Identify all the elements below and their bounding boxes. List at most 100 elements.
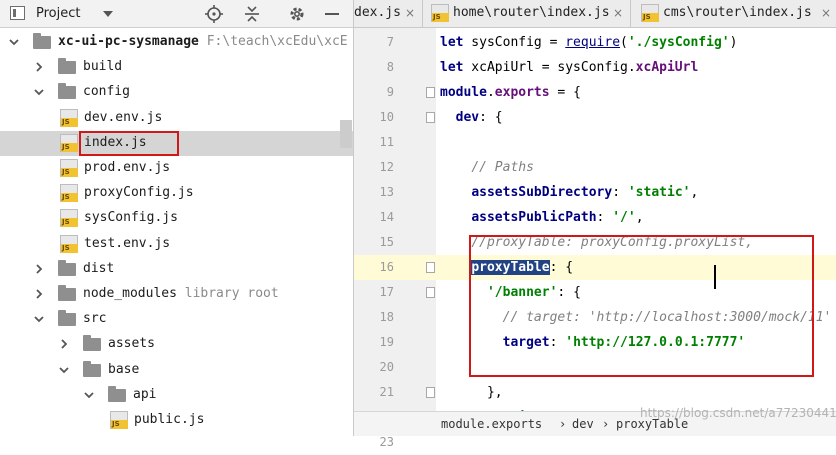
gutter-row: 16	[354, 255, 436, 280]
line-number: 10	[379, 110, 394, 124]
folder-icon	[58, 259, 76, 276]
tree-item-assets[interactable]: assets	[0, 332, 353, 357]
folder-icon	[108, 385, 126, 402]
line-number: 12	[379, 160, 394, 174]
code-line[interactable]	[436, 130, 836, 155]
tab-label: home\router\index.js	[453, 5, 610, 20]
tab-index-js[interactable]: dex.js ×	[354, 0, 423, 28]
tab-cms-router-index-js[interactable]: cms\router\index.js ×	[631, 0, 836, 28]
chevron-down-icon[interactable]	[83, 389, 95, 401]
fold-marker-icon[interactable]	[426, 262, 435, 273]
gear-icon[interactable]	[287, 4, 307, 24]
tree-item-label: config	[83, 84, 130, 100]
tree-item-hint: F:\teach\xcEdu\xcE	[198, 34, 348, 49]
chevron-down-icon[interactable]	[8, 36, 20, 48]
code-line[interactable]: // Paths	[436, 155, 836, 180]
js-file-icon	[60, 234, 78, 253]
tree-item-base[interactable]: base	[0, 358, 353, 383]
close-icon[interactable]: ×	[405, 6, 415, 20]
tree-item-label: dist	[83, 260, 115, 276]
fold-marker-icon[interactable]	[426, 87, 435, 98]
js-file-icon	[641, 4, 659, 22]
chevron-down-icon[interactable]	[103, 11, 113, 17]
collapse-all-icon[interactable]	[242, 4, 262, 24]
tab-label: cms\router\index.js	[663, 5, 812, 20]
line-number: 11	[379, 135, 394, 149]
line-number: 17	[379, 285, 394, 299]
code-line[interactable]: dev: {	[436, 105, 836, 130]
gutter-row: 7	[354, 30, 436, 55]
gutter-row: 10	[354, 105, 436, 130]
chevron-right-icon[interactable]	[33, 61, 45, 73]
line-number: 9	[386, 85, 394, 99]
tab-home-router-index-js[interactable]: home\router\index.js ×	[423, 0, 631, 28]
chevron-down-icon[interactable]	[58, 364, 70, 376]
gutter-row: 14	[354, 205, 436, 230]
folder-icon	[83, 335, 101, 352]
breadcrumb-dev[interactable]: dev	[572, 417, 594, 431]
tree-item-test-env-js[interactable]: test.env.js	[0, 232, 353, 257]
chevron-down-icon[interactable]	[33, 86, 45, 98]
tree-item-xc-ui-pc-sysmanage[interactable]: xc-ui-pc-sysmanage F:\teach\xcEdu\xcE	[0, 30, 353, 55]
tree-item-node-modules[interactable]: node_modules library root	[0, 282, 353, 307]
line-number: 18	[379, 310, 394, 324]
tree-item-label: sysConfig.js	[84, 210, 178, 226]
locate-icon[interactable]	[204, 4, 224, 24]
gutter-row: 18	[354, 305, 436, 330]
close-icon[interactable]: ×	[821, 6, 831, 20]
gutter-row: 9	[354, 80, 436, 105]
code-line[interactable]: assetsPublicPath: '/',	[436, 205, 836, 230]
tree-item-label: test.env.js	[84, 235, 171, 251]
tree-item-dev-env-js[interactable]: dev.env.js	[0, 106, 353, 131]
gutter-row: 19	[354, 330, 436, 355]
tree-item-label: build	[83, 59, 123, 75]
tree-item-label: assets	[108, 336, 155, 352]
tree-item-build[interactable]: build	[0, 55, 353, 80]
line-number: 21	[379, 385, 394, 399]
tree-item-sysconfig-js[interactable]: sysConfig.js	[0, 206, 353, 231]
code-line[interactable]: let sysConfig = require('./sysConfig')	[436, 30, 836, 55]
line-number: 14	[379, 210, 394, 224]
tree-item-proxyconfig-js[interactable]: proxyConfig.js	[0, 181, 353, 206]
chevron-right-icon[interactable]	[58, 338, 70, 350]
js-file-icon	[110, 411, 128, 429]
gutter-row: 15	[354, 230, 436, 255]
tree-item-api[interactable]: api	[0, 383, 353, 408]
folder-icon	[58, 83, 76, 100]
project-panel-header: Project	[0, 0, 353, 28]
tree-item-prod-env-js[interactable]: prod.env.js	[0, 156, 353, 181]
tree-item-label: prod.env.js	[84, 160, 171, 175]
code-line[interactable]: let xcApiUrl = sysConfig.xcApiUrl	[436, 55, 836, 80]
editor-tabbar: dex.js × home\router\index.js × cms\rout…	[354, 0, 836, 28]
fold-marker-icon[interactable]	[426, 112, 435, 123]
chevron-down-icon[interactable]	[33, 313, 45, 325]
fold-marker-icon[interactable]	[426, 287, 435, 298]
line-number: 15	[379, 235, 394, 249]
tree-item-config[interactable]: config	[0, 80, 353, 105]
gutter-row: 20	[354, 355, 436, 380]
tree-item-src[interactable]: src	[0, 307, 353, 332]
folder-icon	[58, 285, 76, 301]
tree-item-label: base	[108, 361, 140, 377]
tree-item-public-js[interactable]: public.js	[0, 408, 353, 433]
gutter-row: 21	[354, 380, 436, 405]
tree-scrollbar[interactable]	[340, 120, 352, 148]
watermark: https://blog.csdn.net/a772304419	[640, 406, 836, 420]
js-file-icon	[60, 159, 78, 177]
minimize-icon[interactable]	[322, 4, 342, 24]
js-file-icon	[60, 108, 78, 127]
chevron-right-icon[interactable]	[33, 263, 45, 275]
js-file-icon	[60, 184, 78, 203]
breadcrumb-module-exports[interactable]: module.exports	[441, 417, 542, 431]
project-panel-title[interactable]: Project	[36, 6, 80, 21]
fold-marker-icon[interactable]	[426, 387, 435, 398]
code-line[interactable]: module.exports = {	[436, 80, 836, 105]
folder-icon	[33, 33, 51, 49]
tree-item-dist[interactable]: dist	[0, 257, 353, 282]
tree-item-label: proxyConfig.js	[84, 185, 194, 201]
project-view-icon	[10, 6, 25, 20]
chevron-right-icon[interactable]	[33, 288, 45, 300]
code-line[interactable]: assetsSubDirectory: 'static',	[436, 180, 836, 205]
code-line[interactable]: },	[436, 380, 836, 405]
close-icon[interactable]: ×	[613, 6, 623, 20]
